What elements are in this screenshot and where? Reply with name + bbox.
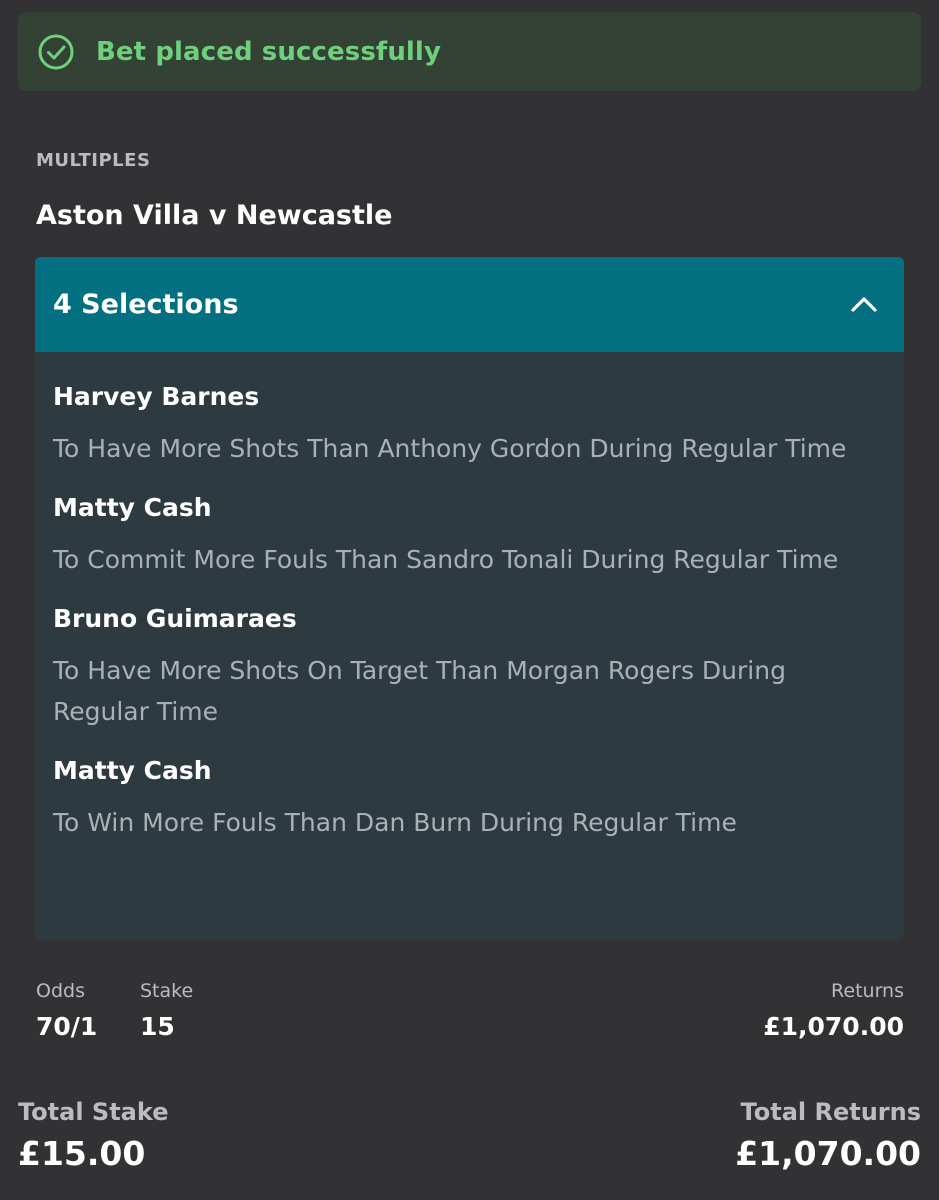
- selection-name: Matty Cash: [53, 756, 212, 785]
- selection-market: To Have More Shots Than Anthony Gordon D…: [53, 434, 847, 463]
- odds-column: Odds 70/1: [36, 980, 97, 1041]
- check-circle-icon: [38, 34, 74, 70]
- total-stake-label: Total Stake: [18, 1098, 169, 1126]
- selection-market: To Win More Fouls Than Dan Burn During R…: [53, 808, 737, 837]
- toast-message: Bet placed successfully: [96, 36, 441, 67]
- total-stake-value: £15.00: [18, 1134, 146, 1173]
- section-label: MULTIPLES: [36, 150, 151, 171]
- selection-item: Matty Cash To Commit More Fouls Than San…: [53, 491, 886, 580]
- selection-name: Matty Cash: [53, 493, 212, 522]
- selection-name: Harvey Barnes: [53, 382, 260, 411]
- selection-item: Harvey Barnes To Have More Shots Than An…: [53, 380, 886, 469]
- stake-value: 15: [140, 1012, 175, 1041]
- selection-market: To Commit More Fouls Than Sandro Tonali …: [53, 545, 839, 574]
- returns-column: Returns £1,070.00: [763, 980, 904, 1041]
- chevron-up-icon[interactable]: [848, 289, 880, 321]
- bet-receipt: Bet placed successfully MULTIPLES Aston …: [0, 0, 939, 1200]
- event-title: Aston Villa v Newcastle: [36, 200, 393, 231]
- total-returns: Total Returns £1,070.00: [735, 1098, 921, 1173]
- total-returns-value: £1,070.00: [735, 1134, 921, 1173]
- selections-list: Harvey Barnes To Have More Shots Than An…: [35, 352, 904, 843]
- returns-label: Returns: [831, 980, 904, 1002]
- total-stake: Total Stake £15.00: [18, 1098, 168, 1173]
- stake-label: Stake: [140, 980, 194, 1002]
- selection-item: Bruno Guimaraes To Have More Shots On Ta…: [53, 602, 886, 732]
- selections-count: 4 Selections: [53, 289, 239, 320]
- selections-card: 4 Selections Harvey Barnes To Have More …: [35, 257, 904, 940]
- stake-column: Stake 15: [140, 980, 193, 1041]
- selections-toggle[interactable]: 4 Selections: [35, 257, 904, 352]
- selection-name: Bruno Guimaraes: [53, 604, 297, 633]
- success-toast: Bet placed successfully: [18, 12, 921, 91]
- selection-item: Matty Cash To Win More Fouls Than Dan Bu…: [53, 754, 886, 843]
- odds-value: 70/1: [36, 1012, 98, 1041]
- totals: Total Stake £15.00 Total Returns £1,070.…: [18, 1098, 921, 1188]
- returns-value: £1,070.00: [763, 1012, 904, 1041]
- selection-market: To Have More Shots On Target Than Morgan…: [53, 656, 786, 726]
- total-returns-label: Total Returns: [740, 1098, 921, 1126]
- odds-label: Odds: [36, 980, 85, 1002]
- bet-summary: Odds 70/1 Stake 15 Returns £1,070.00: [36, 980, 904, 1060]
